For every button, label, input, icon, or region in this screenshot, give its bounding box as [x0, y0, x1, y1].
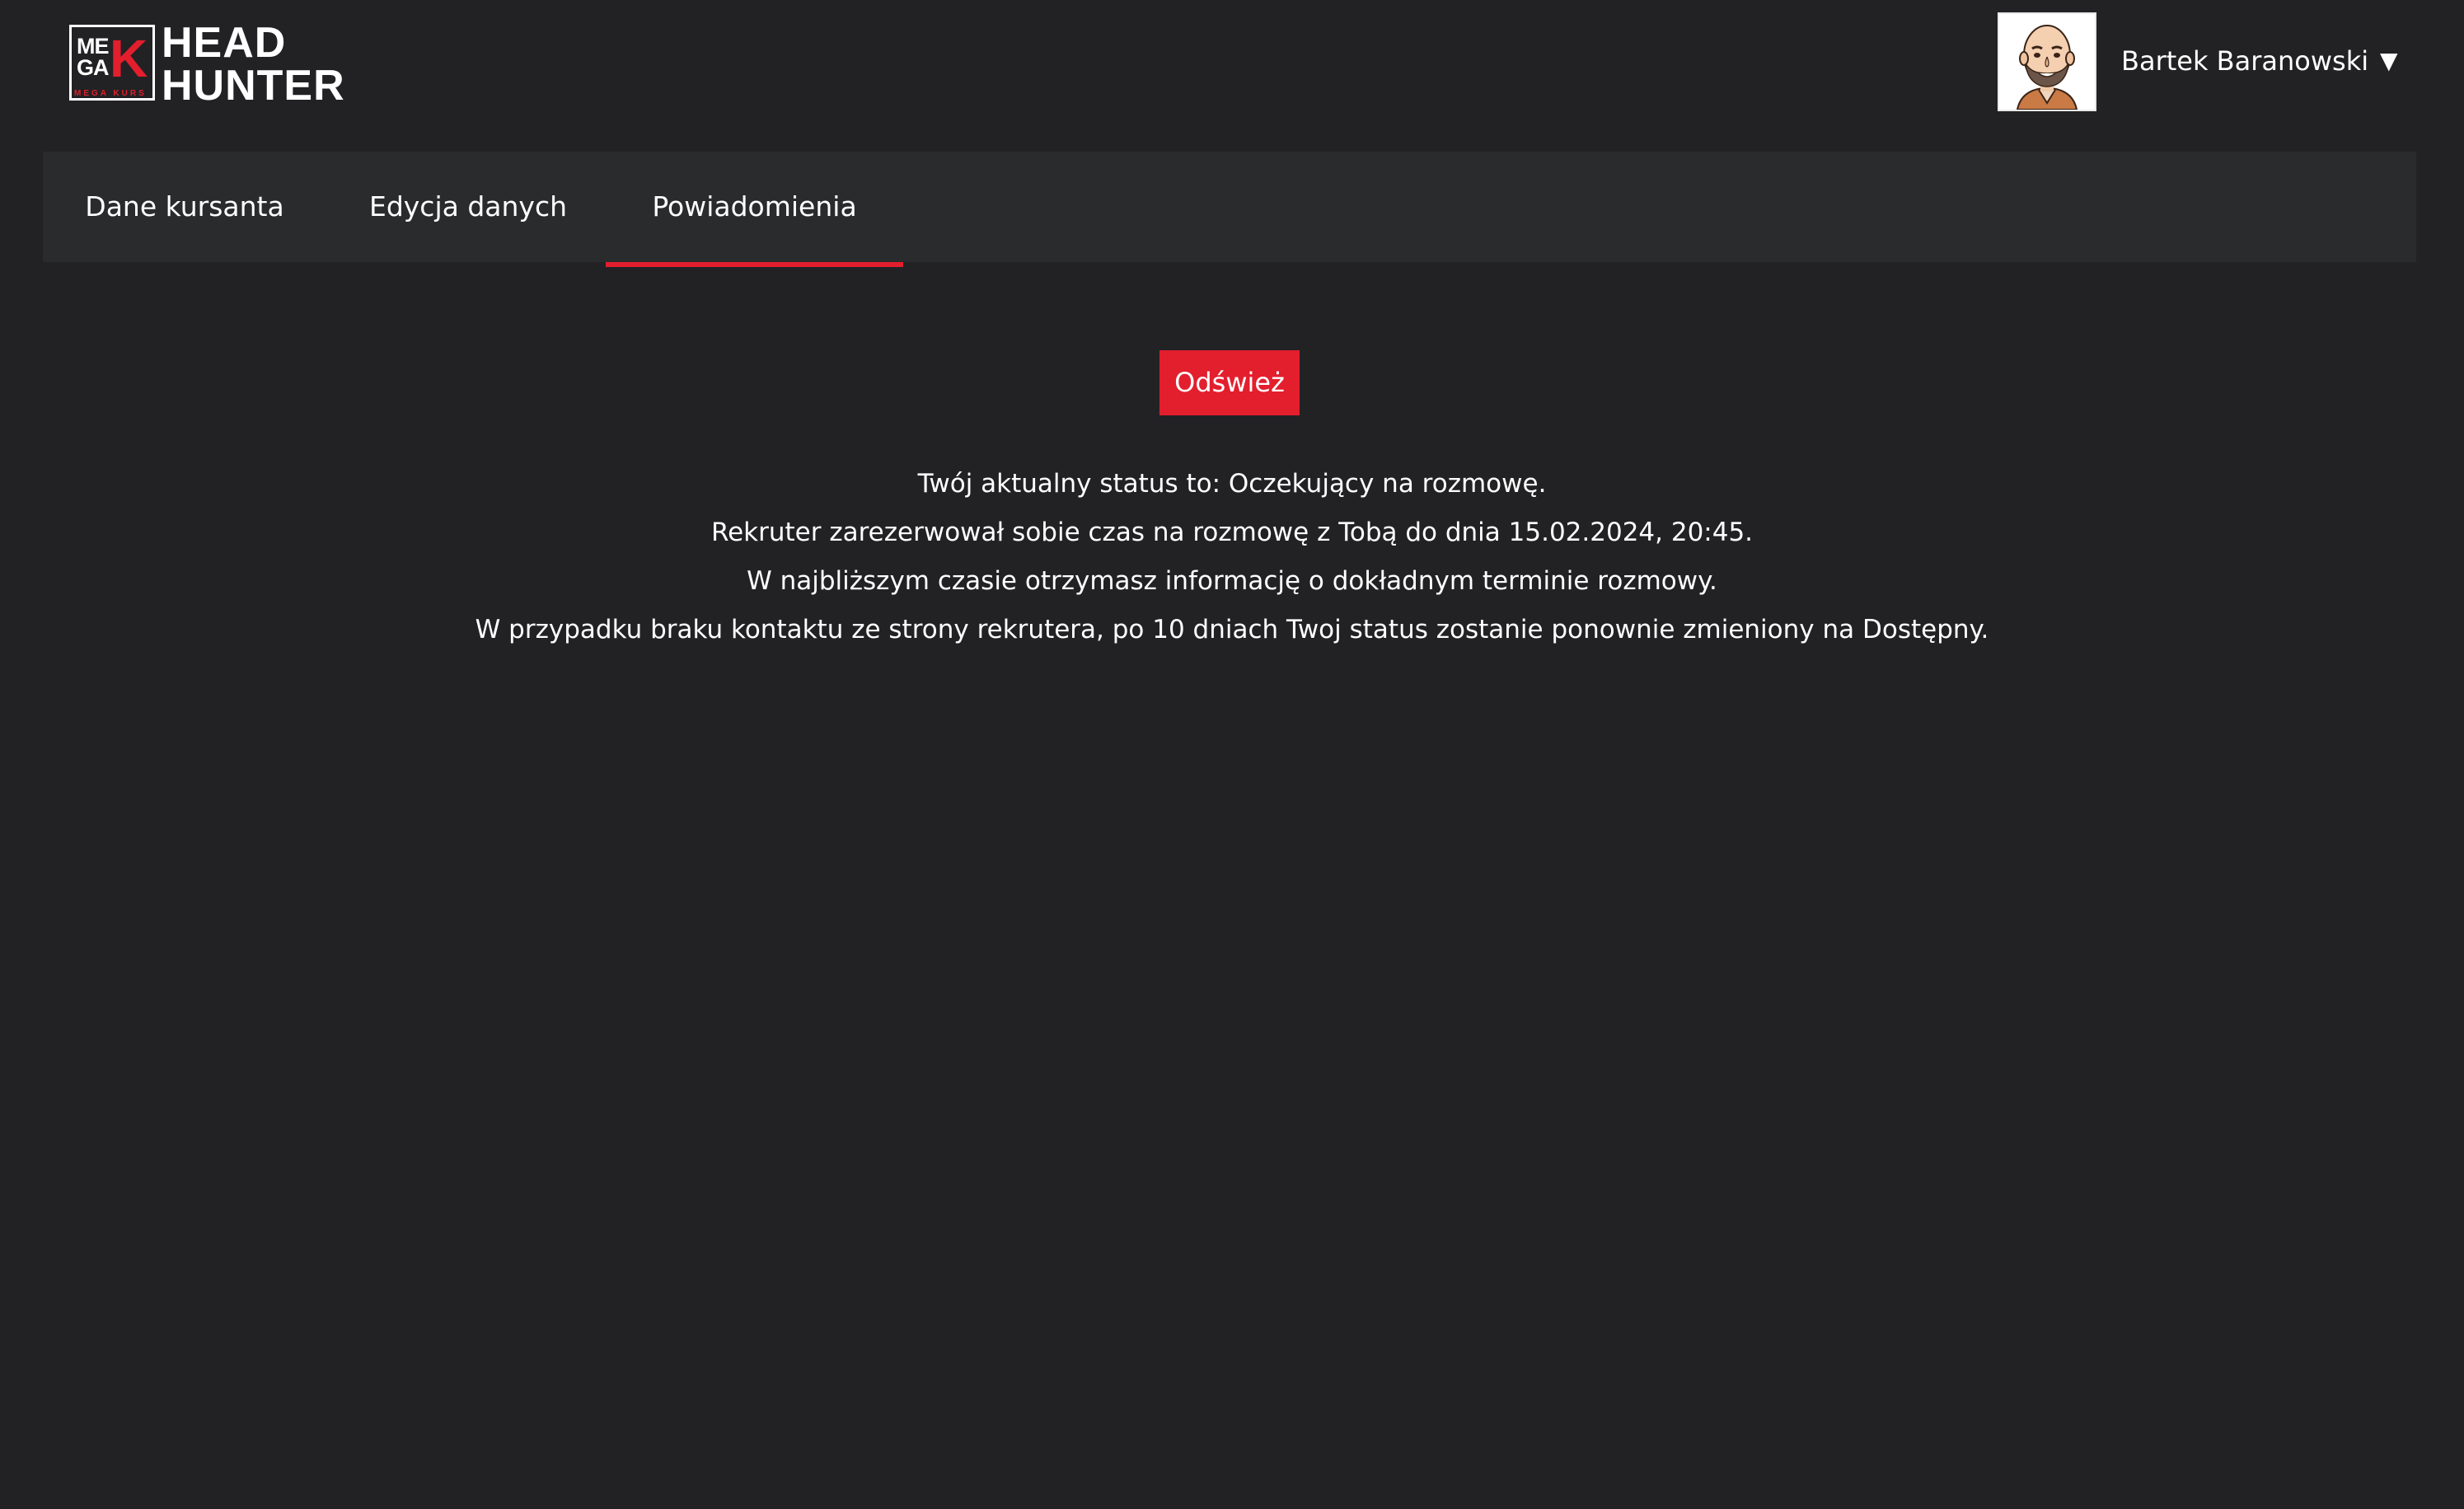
chevron-down-icon[interactable]: ▼ [2380, 48, 2398, 74]
status-message: Twój aktualny status to: Oczekujący na r… [917, 469, 1547, 499]
user-name[interactable]: Bartek Baranowski [2121, 45, 2368, 77]
logo-title-line1: HEAD [162, 19, 287, 67]
logo-badge-letter: K [110, 29, 148, 88]
tab-edycja-danych[interactable]: Edycja danych [326, 152, 610, 262]
logo-title-line2: HUNTER [162, 62, 345, 110]
tab-bar: Dane kursanta Edycja danych Powiadomieni… [43, 152, 2416, 267]
reservation-message: Rekruter zarezerwował sobie czas na rozm… [710, 518, 1754, 547]
logo-subtitle: MEGA KURS [73, 89, 148, 98]
active-tab-indicator [606, 262, 903, 267]
page-header: ME GA K MEGA KURS HEAD HUNTER Bartek Bar… [0, 0, 2464, 140]
user-avatar-icon[interactable] [1998, 12, 2096, 111]
refresh-button[interactable]: Odśwież [1159, 350, 1300, 415]
info-message: W najbliższym czasie otrzymasz informacj… [747, 566, 1717, 596]
logo-badge-line1: ME [77, 34, 109, 59]
tab-powiadomienia[interactable]: Powiadomienia [606, 152, 903, 262]
tab-dane-kursanta[interactable]: Dane kursanta [43, 152, 326, 262]
avatar-image [1999, 14, 2095, 110]
logo-badge-line2: GA [77, 55, 109, 80]
notification-messages: Twój aktualny status to: Oczekujący na r… [0, 460, 2464, 654]
status-change-message: W przypadku braku kontaktu ze strony rek… [475, 615, 1989, 644]
logo-badge-text: ME GA [77, 34, 109, 80]
logo-title: HEAD HUNTER [162, 21, 345, 107]
megak-headhunter-logo[interactable]: ME GA K MEGA KURS HEAD HUNTER [69, 21, 382, 107]
